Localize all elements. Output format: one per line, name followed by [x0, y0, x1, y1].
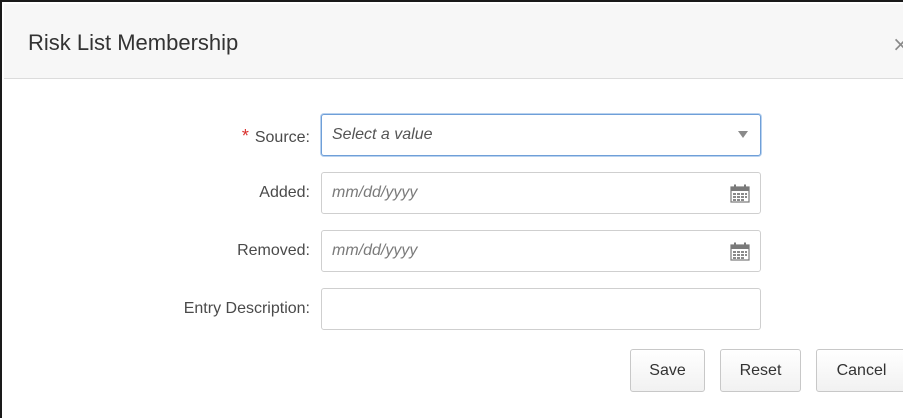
reset-button[interactable]: Reset — [720, 349, 801, 392]
chevron-down-icon[interactable] — [738, 131, 748, 138]
removed-row: Removed: mm/dd/yyyy — [2, 230, 903, 274]
added-label: Added: — [259, 184, 310, 201]
entry-description-input[interactable] — [321, 288, 761, 330]
source-select-value: Select a value — [332, 126, 433, 143]
added-date-placeholder: mm/dd/yyyy — [332, 184, 418, 201]
added-date-input[interactable]: mm/dd/yyyy — [321, 172, 761, 214]
source-label-text: Source: — [254, 129, 310, 146]
source-label: * Source: — [242, 126, 310, 147]
removed-date-input[interactable]: mm/dd/yyyy — [321, 230, 761, 272]
added-row: Added: mm/dd/yyyy — [2, 172, 903, 216]
entry-description-label: Entry Description: — [183, 300, 310, 317]
dialog-title: Risk List Membership — [28, 30, 239, 55]
source-row: * Source: Select a value — [2, 114, 903, 158]
entry-description-row: Entry Description: — [2, 288, 903, 332]
calendar-icon[interactable] — [730, 184, 750, 203]
calendar-icon[interactable] — [730, 242, 750, 261]
removed-date-placeholder: mm/dd/yyyy — [332, 242, 418, 259]
close-icon[interactable]: × — [892, 32, 903, 56]
dialog: Risk List Membership × * Source: Select a… — [0, 0, 903, 418]
save-button[interactable]: Save — [630, 349, 705, 392]
removed-label: Removed: — [237, 242, 310, 259]
cancel-button[interactable]: Cancel — [816, 349, 903, 392]
source-select[interactable]: Select a value — [321, 114, 761, 156]
dialog-header: Risk List Membership × — [4, 4, 903, 79]
required-marker: * — [241, 126, 249, 146]
